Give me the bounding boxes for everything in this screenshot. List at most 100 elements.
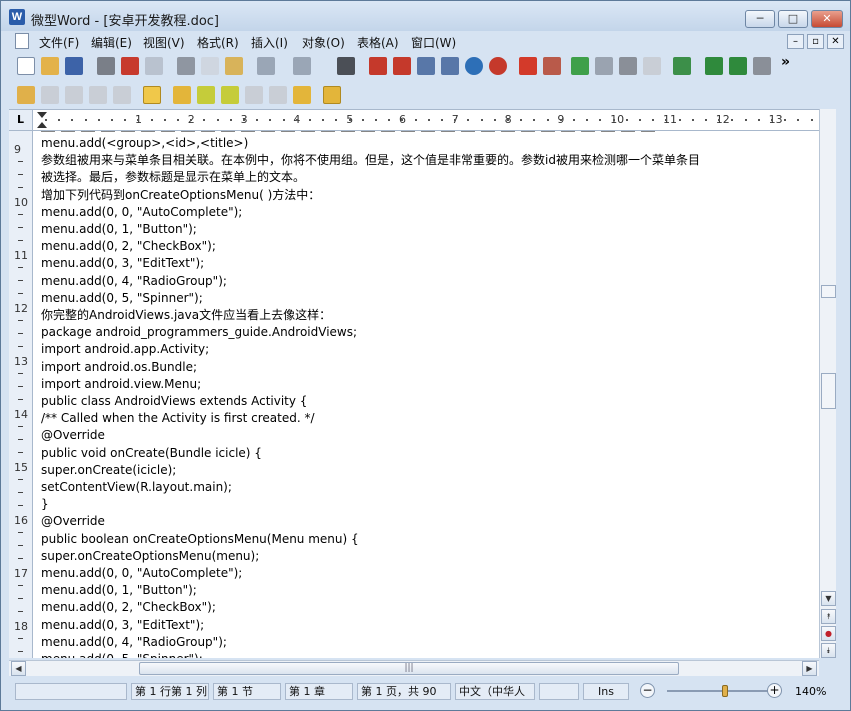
frame-mode-icon[interactable] [143,86,161,104]
horizontal-scroll-thumb[interactable]: ||| [139,662,679,675]
letter-l-icon[interactable] [643,57,661,75]
scroll-right-button[interactable]: ▶ [802,661,817,676]
edit-pencil-icon[interactable] [173,86,191,104]
zoom-icon[interactable] [465,57,483,75]
previous-page-button[interactable]: ⯭ [821,609,836,624]
web-layout-icon[interactable] [393,57,411,75]
close-button[interactable]: ✕ [811,10,843,28]
document-line[interactable]: menu.add(<group>,<id>,<title>) [41,135,248,152]
select-browse-object-button[interactable]: ● [821,626,836,641]
paragraph-marks-icon[interactable] [729,57,747,75]
notes-icon[interactable] [293,86,311,104]
redo-icon[interactable] [293,57,311,75]
document-line[interactable]: 被选择。最后，参数标题是显示在菜单上的文本。 [41,169,305,186]
find-icon[interactable] [337,57,355,75]
edit-pencil-5-icon[interactable] [269,86,287,104]
menu-file[interactable]: 文件(F) [39,34,79,51]
doc-minimize-button[interactable]: – [787,34,804,49]
font-icon[interactable] [519,57,537,75]
document-line[interactable]: 你完整的AndroidViews.java文件应当看上去像这样： [41,307,331,324]
vertical-ruler[interactable]: 9 10 11 12 13 14 15 16 17 18 [9,131,33,658]
menu-format[interactable]: 格式(R) [197,34,239,51]
first-line-indent-marker[interactable] [37,112,47,118]
spell-check-icon[interactable] [571,57,589,75]
zoom-out-button[interactable]: − [640,683,655,698]
vertical-scroll-grip[interactable] [821,373,836,409]
undo-icon[interactable] [257,57,275,75]
menu-insert[interactable]: 插入(I) [251,34,288,51]
document-line[interactable]: super.onCreate(icicle); [41,462,176,479]
document-icon[interactable] [15,33,29,49]
pilcrow-icon[interactable] [705,57,723,75]
document-line[interactable]: public class AndroidViews extends Activi… [41,393,307,410]
document-line[interactable]: 参数组被用来与菜单条目相关联。在本例中，你将不使用组。但是，这个值是非常重要的。… [41,152,700,169]
zoom-in-button[interactable]: + [767,683,782,698]
scroll-left-button[interactable]: ◀ [11,661,26,676]
vertical-scrollbar[interactable]: ▼ ⯭ ● ⯯ [819,109,836,658]
edit-pencil-4-icon[interactable] [245,86,263,104]
copy-icon[interactable] [201,57,219,75]
left-indent-marker[interactable] [37,122,47,128]
document-line[interactable]: menu.add(0, 1, "Button"); [41,582,197,599]
pdf-export-icon[interactable] [121,57,139,75]
cut-icon[interactable] [177,57,195,75]
document-line[interactable]: public boolean onCreateOptionsMenu(Menu … [41,531,359,548]
annotation-icon[interactable] [323,86,341,104]
document-line[interactable]: menu.add(0, 2, "CheckBox"); [41,238,216,255]
menu-edit[interactable]: 编辑(E) [91,34,132,51]
document-line[interactable]: @Override [41,513,105,530]
print-icon[interactable] [97,57,115,75]
zoom-slider-thumb[interactable] [722,685,729,697]
horizontal-ruler[interactable]: L 1234567891011121314 [9,109,836,131]
status-language[interactable]: 中文（中华人 [455,683,535,700]
document-line[interactable]: menu.add(0, 5, "Spinner"); [41,651,203,658]
document-line[interactable]: import android.app.Activity; [41,341,209,358]
document-line[interactable]: import android.os.Bundle; [41,359,197,376]
document-line[interactable]: menu.add(0, 3, "EditText"); [41,617,204,634]
doc-restore-button[interactable]: ▫ [807,34,824,49]
document-line[interactable]: menu.add(0, 2, "CheckBox"); [41,599,216,616]
paragraph-style-icon[interactable] [543,57,561,75]
document-line[interactable]: /** Called when the Activity is first cr… [41,410,315,427]
print-preview-icon[interactable] [145,57,163,75]
zoom-percent-icon[interactable] [489,57,507,75]
word-app-icon[interactable]: W [9,9,25,25]
document-line[interactable]: } [41,496,49,513]
document-line[interactable]: menu.add(0, 0, "AutoComplete"); [41,565,242,582]
tab-stop-selector[interactable]: L [9,110,33,130]
document-line[interactable]: menu.add(0, 0, "AutoComplete"); [41,204,242,221]
document-line[interactable]: menu.add(0, 5, "Spinner"); [41,290,203,307]
save-icon[interactable] [65,57,83,75]
vertical-scroll-thumb[interactable] [821,285,836,298]
status-insert-mode[interactable]: Ins [583,683,629,700]
maximize-button[interactable]: □ [778,10,808,28]
menu-object[interactable]: 对象(O) [302,34,345,51]
paste-frame-icon[interactable] [113,86,131,104]
two-pages-icon[interactable] [441,57,459,75]
menu-window[interactable]: 窗口(W) [411,34,456,51]
new-document-icon[interactable] [17,57,35,75]
document-line[interactable]: public void onCreate(Bundle icicle) { [41,445,262,462]
document-line[interactable]: menu.add(0, 1, "Button"); [41,221,197,238]
track-changes-icon[interactable] [673,57,691,75]
menu-table[interactable]: 表格(A) [357,34,399,51]
document-line[interactable]: import android.view.Menu; [41,376,201,393]
edit-pencil-2-icon[interactable] [197,86,215,104]
doc-close-button[interactable]: ✕ [827,34,844,49]
edit-pencil-3-icon[interactable] [221,86,239,104]
edit-frame-icon[interactable] [41,86,59,104]
horizontal-scrollbar[interactable]: ◀ ||| ▶ [9,660,819,676]
document-line[interactable]: @Override [41,427,105,444]
document-line[interactable]: package android_programmers_guide.Androi… [41,324,357,341]
document-line[interactable]: menu.add(0, 3, "EditText"); [41,255,204,272]
menu-view[interactable]: 视图(V) [143,34,185,51]
column-icon[interactable] [595,57,613,75]
document-page[interactable]: menu.add(<group>,<id>,<title>) 参数组被用来与菜单条… [33,131,819,658]
scroll-down-button[interactable]: ▼ [821,591,836,606]
open-folder-icon[interactable] [41,57,59,75]
next-page-button[interactable]: ⯯ [821,643,836,658]
toolbar-overflow-icon[interactable]: » [781,54,790,70]
shading-icon[interactable] [619,57,637,75]
object-icon[interactable] [753,57,771,75]
copy-frame-icon[interactable] [89,86,107,104]
